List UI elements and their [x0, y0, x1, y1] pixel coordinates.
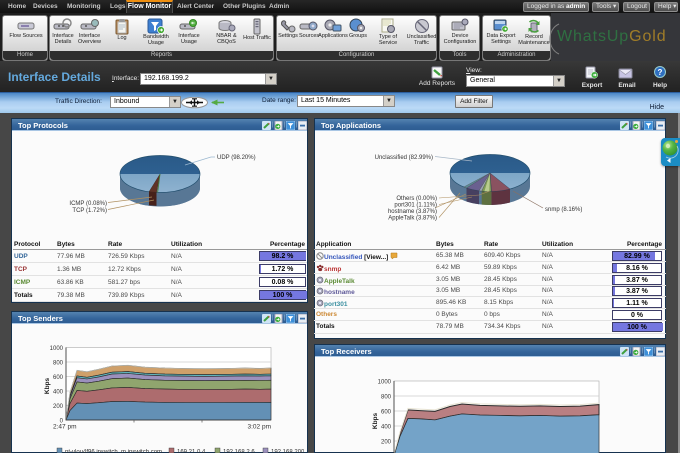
svg-text:600: 600: [381, 410, 392, 416]
svg-text:port301 (1.11%): port301 (1.11%): [394, 203, 437, 209]
svg-text:2:47 pm: 2:47 pm: [53, 424, 77, 431]
svg-text:800: 800: [53, 361, 64, 367]
svg-text:800: 800: [381, 395, 392, 401]
svg-text:Unclassified (82.99%): Unclassified (82.99%): [375, 155, 433, 161]
svg-text:TCP (1.72%): TCP (1.72%): [72, 208, 107, 214]
svg-text:169.21.0.4: 169.21.0.4: [177, 450, 206, 453]
svg-text:1000: 1000: [50, 346, 64, 352]
svg-text:600: 600: [53, 375, 64, 381]
svg-text:192.168.2.6: 192.168.2.6: [223, 450, 255, 453]
svg-text:snmp (8.16%): snmp (8.16%): [545, 207, 582, 213]
svg-text:400: 400: [53, 390, 64, 396]
svg-text:pt-vlou4f96.ipswitch..m.ipswit: pt-vlou4f96.ipswitch..m.ipswitch.com: [65, 450, 162, 453]
svg-text:ICMP (0.08%): ICMP (0.08%): [69, 201, 107, 207]
svg-text:200: 200: [53, 404, 64, 410]
svg-text:1000: 1000: [378, 380, 392, 386]
svg-text:3:02 pm: 3:02 pm: [248, 424, 272, 431]
svg-text:Kbps: Kbps: [372, 412, 379, 429]
svg-text:hostname (3.87%): hostname (3.87%): [388, 209, 437, 215]
svg-text:?: ?: [658, 68, 663, 77]
svg-text:400: 400: [381, 425, 392, 431]
svg-text:Kbps: Kbps: [44, 377, 51, 394]
svg-text:200: 200: [381, 440, 392, 446]
svg-text:AppleTalk (3.87%): AppleTalk (3.87%): [388, 216, 437, 222]
svg-text:UDP (98.20%): UDP (98.20%): [217, 155, 256, 161]
svg-text:Others (0.00%): Others (0.00%): [396, 196, 437, 202]
svg-text:192.168.200.3: 192.168.200.3: [271, 450, 304, 453]
